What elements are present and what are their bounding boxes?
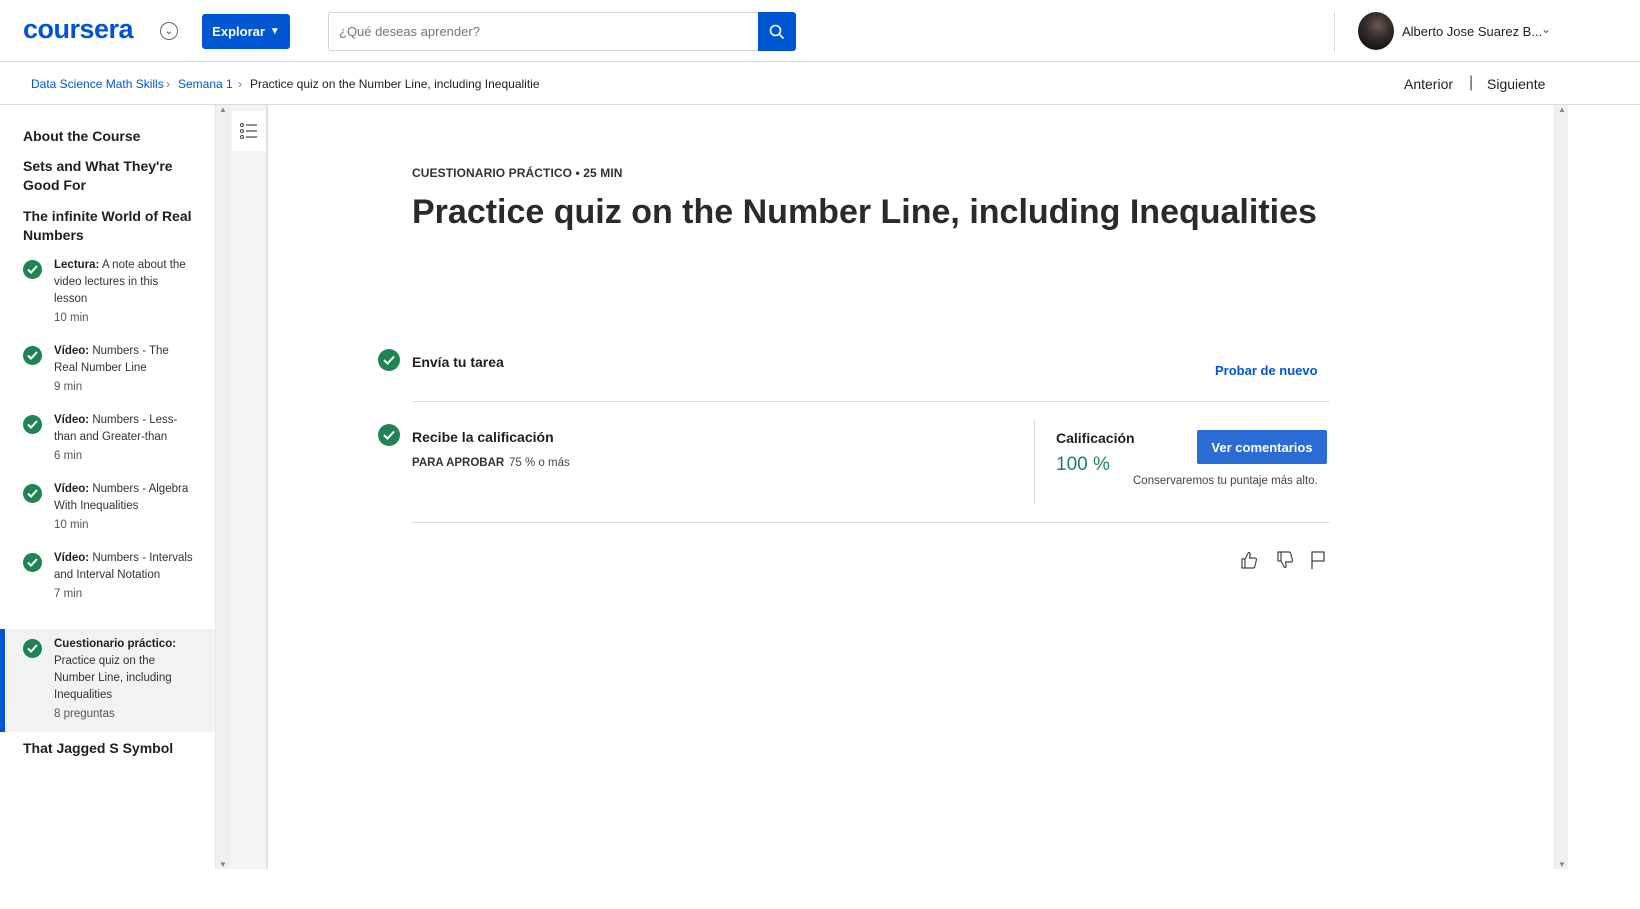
outline-toggle-button[interactable]: [232, 111, 266, 151]
user-name[interactable]: Alberto Jose Suarez B...: [1402, 24, 1542, 39]
bottom-blank-area: [0, 869, 1640, 909]
next-link[interactable]: Siguiente: [1487, 76, 1545, 92]
search-icon: [769, 24, 785, 39]
scroll-down-icon[interactable]: ▼: [219, 860, 227, 869]
item-type: Vídeo:: [54, 483, 90, 495]
sidebar-item-video-4[interactable]: Vídeo: Numbers - Intervals and Interval …: [0, 548, 215, 628]
sidebar-section-jagged-s[interactable]: That Jagged S Symbol: [23, 739, 203, 758]
sidebar-item-lecture[interactable]: Lectura: A note about the video lectures…: [0, 255, 215, 331]
divider: [412, 522, 1330, 523]
sidebar-item-video-2[interactable]: Vídeo: Numbers - Less-than and Greater-t…: [0, 410, 215, 472]
chevron-right-icon: ›: [166, 77, 170, 91]
sidebar-section-about[interactable]: About the Course: [23, 127, 203, 146]
check-icon: [23, 553, 42, 572]
view-feedback-button[interactable]: Ver comentarios: [1197, 430, 1327, 464]
check-icon: [23, 639, 42, 658]
submit-step-title: Envía tu tarea: [412, 354, 504, 370]
search-button[interactable]: [758, 12, 796, 51]
pass-value: 75 % o más: [509, 457, 570, 469]
item-title: Practice quiz on the Number Line, includ…: [54, 655, 172, 701]
vertical-divider: [1034, 419, 1035, 505]
thumbs-up-icon[interactable]: [1238, 549, 1260, 571]
check-icon: [23, 484, 42, 503]
sidebar-section-real-numbers[interactable]: The infinite World of Real Numbers: [23, 207, 203, 245]
scroll-down-icon[interactable]: ▼: [1558, 860, 1566, 869]
breadcrumb-bar: Data Science Math Skills › Semana 1 › Pr…: [0, 62, 1640, 105]
previous-link[interactable]: Anterior: [1404, 76, 1453, 92]
breadcrumb-week[interactable]: Semana 1: [178, 77, 233, 91]
check-icon: [378, 349, 400, 371]
grade-step-title: Recibe la calificación: [412, 429, 554, 445]
avatar[interactable]: [1358, 12, 1394, 50]
highest-score-note: Conservaremos tu puntaje más alto.: [1133, 475, 1318, 487]
item-type: Lectura:: [54, 259, 100, 271]
item-type: Vídeo:: [54, 552, 90, 564]
item-meta: 9 min: [54, 381, 83, 393]
nav-separator: |: [1469, 74, 1474, 91]
retry-button[interactable]: Probar de nuevo: [1215, 363, 1318, 378]
outline-column: [230, 105, 268, 869]
item-meta: 7 min: [54, 588, 83, 600]
item-meta: 8 preguntas: [54, 708, 115, 720]
page-title: Practice quiz on the Number Line, includ…: [412, 193, 1317, 231]
item-meta: 6 min: [54, 450, 83, 462]
thumbs-down-icon[interactable]: [1274, 549, 1296, 571]
active-indicator: [0, 629, 5, 732]
item-kicker: CUESTIONARIO PRÁCTICO • 25 MIN: [412, 166, 623, 180]
header-divider: [1334, 12, 1335, 52]
explore-label: Explorar: [212, 24, 265, 39]
item-type: Vídeo:: [54, 345, 90, 357]
chevron-down-icon[interactable]: ⌄: [160, 22, 178, 40]
sidebar-section-sets[interactable]: Sets and What They're Good For: [23, 157, 203, 195]
item-type: Cuestionario práctico:: [54, 638, 177, 650]
main-scrollbar[interactable]: ▲ ▼: [1554, 105, 1568, 869]
main-content: CUESTIONARIO PRÁCTICO • 25 MIN Practice …: [270, 105, 1554, 869]
breadcrumb-course[interactable]: Data Science Math Skills: [31, 77, 164, 91]
chevron-down-icon[interactable]: ⌄: [1541, 22, 1551, 36]
sidebar-item-practice-quiz[interactable]: Cuestionario práctico: Practice quiz on …: [0, 629, 215, 732]
check-icon: [23, 346, 42, 365]
search-input[interactable]: [328, 12, 759, 51]
check-icon: [23, 415, 42, 434]
pass-label: PARA APROBAR: [412, 457, 505, 469]
check-icon: [23, 260, 42, 279]
divider: [412, 401, 1330, 402]
sidebar-scrollbar[interactable]: ▲ ▼: [215, 105, 230, 869]
item-meta: 10 min: [54, 312, 89, 324]
coursera-logo[interactable]: coursera: [23, 14, 134, 45]
check-icon: [378, 424, 400, 446]
top-header: coursera ⌄ Explorar ▼ Alberto Jose Suare…: [0, 0, 1640, 62]
scroll-up-icon[interactable]: ▲: [219, 105, 227, 114]
scroll-up-icon[interactable]: ▲: [1558, 105, 1566, 114]
breadcrumb-current: Practice quiz on the Number Line, includ…: [250, 77, 540, 91]
grade-value: 100 %: [1056, 454, 1110, 475]
list-icon: [240, 123, 257, 139]
flag-icon[interactable]: [1307, 549, 1329, 571]
explore-button[interactable]: Explorar ▼: [202, 14, 290, 49]
chevron-down-icon: ▼: [269, 26, 280, 37]
sidebar-item-video-3[interactable]: Vídeo: Numbers - Algebra With Inequaliti…: [0, 479, 215, 541]
grade-label: Calificación: [1056, 430, 1135, 446]
course-sidebar: About the Course Sets and What They're G…: [0, 105, 215, 869]
item-type: Vídeo:: [54, 414, 90, 426]
item-meta: 10 min: [54, 519, 89, 531]
chevron-right-icon: ›: [238, 77, 242, 91]
sidebar-item-video-1[interactable]: Vídeo: Numbers - The Real Number Line 9 …: [0, 341, 215, 403]
